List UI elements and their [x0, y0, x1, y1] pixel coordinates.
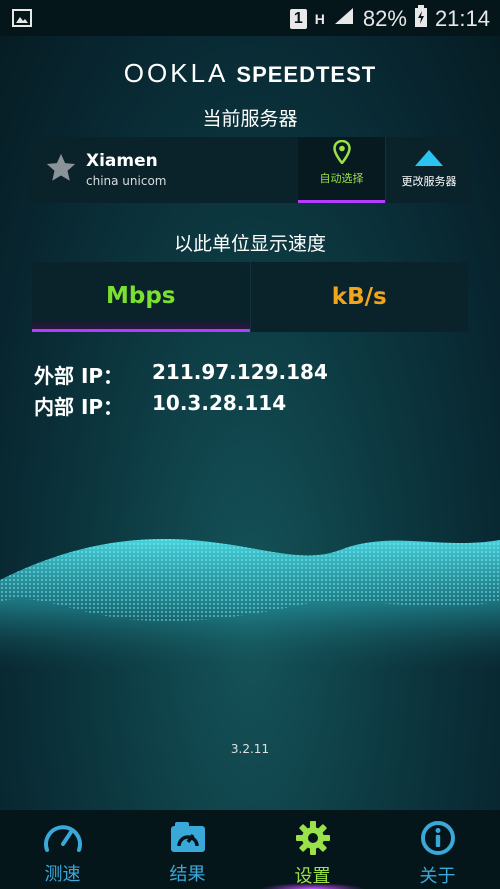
- server-isp: china unicom: [86, 174, 167, 188]
- unit-section-title: 以此单位显示速度: [173, 233, 326, 255]
- external-ip-label: 外部 IP：: [34, 364, 124, 388]
- unit-selector: Mbps kB/s: [32, 262, 468, 332]
- server-info[interactable]: Xiamen china unicom: [28, 137, 298, 203]
- current-server-title: 当前服务器: [202, 108, 298, 130]
- app-version: 3.2.11: [230, 742, 270, 756]
- sim-icon: 1: [289, 9, 307, 29]
- nav-item-settings[interactable]: 设置: [250, 810, 375, 889]
- internal-ip-label: 内部 IP：: [34, 395, 124, 419]
- auto-select-button[interactable]: 自动选择: [298, 137, 385, 203]
- clock: 21:14: [434, 6, 490, 31]
- network-type-icon: H: [314, 11, 325, 27]
- results-icon: [170, 822, 205, 852]
- nav-label: 设置: [294, 866, 331, 887]
- app-logo: OOKLA SPEEDTEST: [0, 58, 500, 89]
- auto-select-label: 自动选择: [319, 172, 364, 185]
- server-name: Xiamen: [86, 151, 158, 171]
- battery-icon: [414, 5, 427, 33]
- internal-ip-row: 内部 IP： 10.3.28.114: [34, 391, 286, 420]
- nav-label: 测速: [44, 864, 81, 885]
- brand-name: OOKLA: [123, 58, 229, 88]
- speedometer-icon: [43, 825, 82, 852]
- unit-option-kbs[interactable]: kB/s: [249, 262, 469, 332]
- location-pin-icon: [332, 140, 351, 164]
- gear-icon: [295, 821, 330, 855]
- battery-percent: 82%: [362, 6, 407, 31]
- unit-option-mbps[interactable]: Mbps: [32, 262, 250, 332]
- bottom-nav: 测速 结果 设置 关于: [0, 810, 500, 889]
- nav-item-about[interactable]: 关于: [375, 810, 500, 889]
- signal-icon: [333, 6, 355, 32]
- favorite-star-icon[interactable]: [44, 151, 78, 185]
- nav-item-speedtest[interactable]: 测速: [0, 810, 125, 889]
- external-ip-row: 外部 IP： 211.97.129.184: [34, 360, 328, 389]
- nav-item-results[interactable]: 结果: [125, 810, 250, 889]
- gallery-notification-icon: [12, 7, 32, 33]
- nav-label: 关于: [419, 866, 456, 887]
- server-card: Xiamen china unicom 自动选择 更改服务器: [28, 137, 472, 203]
- decorative-wave: [0, 539, 500, 670]
- product-name: SPEEDTEST: [236, 62, 377, 87]
- internal-ip-value: 10.3.28.114: [152, 391, 287, 415]
- external-ip-value: 211.97.129.184: [152, 360, 328, 384]
- nav-label: 结果: [169, 864, 206, 885]
- status-bar: 1 H 82% 21:14: [0, 0, 500, 36]
- change-server-label: 更改服务器: [401, 175, 457, 188]
- change-server-button[interactable]: 更改服务器: [385, 137, 472, 203]
- info-icon: [420, 821, 455, 855]
- triangle-up-icon: [415, 150, 443, 166]
